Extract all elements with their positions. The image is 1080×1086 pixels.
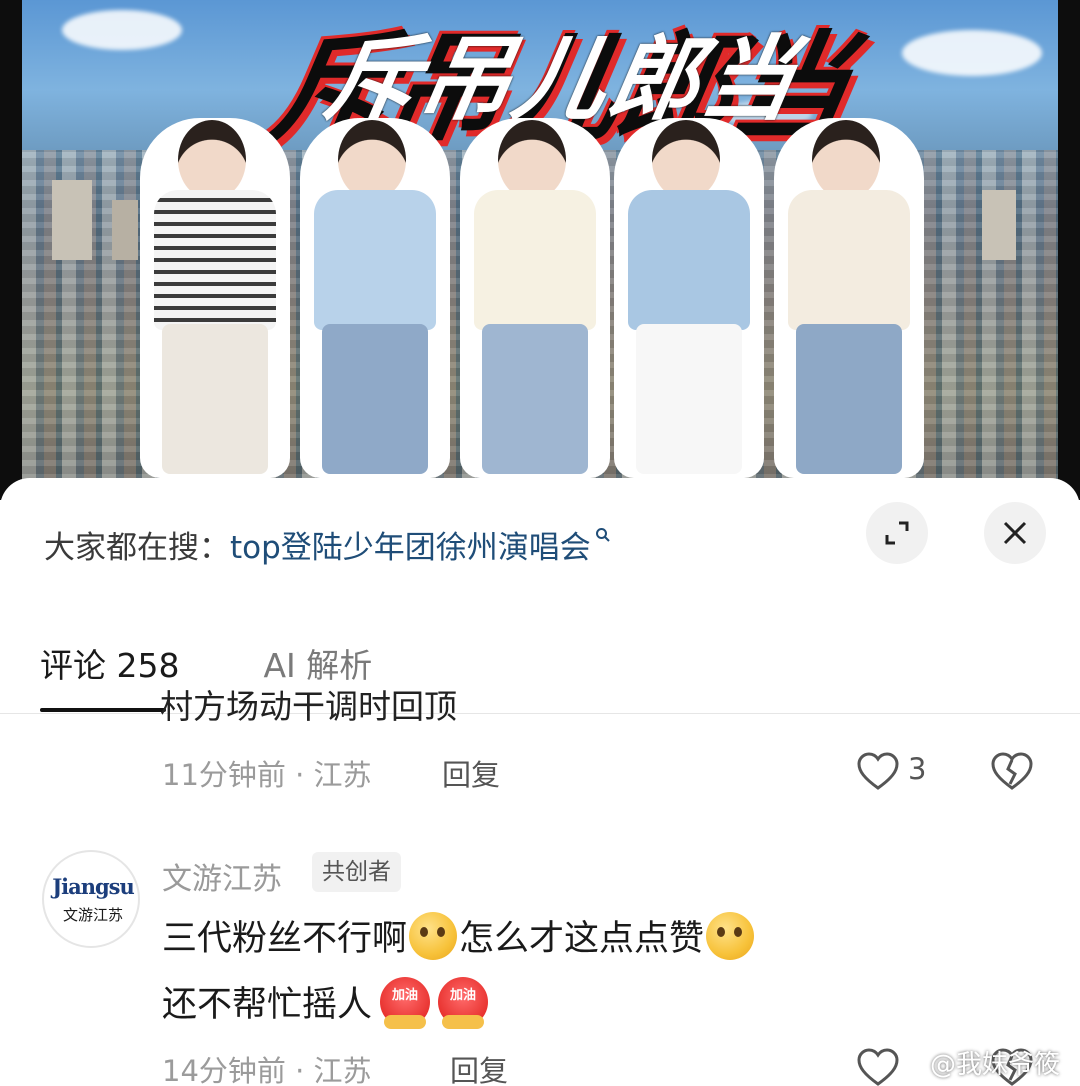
like-heart-icon[interactable] — [856, 752, 900, 792]
search-prefix: 大家都在搜： — [44, 529, 230, 566]
video-poster: 斥吊儿郎当 斥吊儿郎当 — [22, 0, 1058, 500]
member-figure — [774, 118, 924, 478]
tab-comments[interactable]: 评论 258 — [40, 639, 179, 687]
like-count: 3 — [908, 752, 927, 786]
tab-active-indicator — [40, 708, 166, 712]
video-player[interactable]: 斥吊儿郎当 斥吊儿郎当 — [0, 0, 1080, 500]
jiayou-emoji-icon: 加油 — [380, 976, 431, 1029]
avatar-logo-subtext: 文游江苏 — [62, 906, 123, 924]
member-figure — [300, 118, 450, 478]
comment-time: 14分钟前 · 江苏 — [162, 1054, 372, 1086]
thinking-emoji-icon — [706, 911, 755, 960]
tab-ai-analysis[interactable]: AI 解析 — [263, 639, 372, 687]
comment-tabs: 评论 258 AI 解析 — [40, 638, 372, 688]
search-suggestion[interactable]: 大家都在搜： top登陆少年团徐州演唱会 — [44, 522, 611, 566]
comment-time: 11分钟前 · 江苏 — [162, 758, 372, 792]
comment-sheet: 大家都在搜： top登陆少年团徐州演唱会 评论 258 AI 解析 村方场动干调… — [0, 478, 1080, 1086]
close-button[interactable] — [984, 502, 1046, 564]
expand-button[interactable] — [866, 502, 928, 564]
thinking-emoji-icon — [409, 911, 458, 960]
avatar-logo-text: Jiangsu — [52, 874, 135, 899]
close-icon — [1003, 521, 1027, 545]
expand-icon — [885, 521, 909, 545]
like-heart-icon[interactable] — [856, 1048, 900, 1086]
co-creator-badge: 共创者 — [312, 852, 401, 892]
member-figure — [460, 118, 610, 478]
jiayou-emoji-icon: 加油 — [438, 976, 489, 1029]
member-figure — [614, 118, 764, 478]
reply-button[interactable]: 回复 — [442, 752, 500, 794]
watermark: @我妹爷筱 — [930, 1050, 1061, 1080]
member-figure — [140, 118, 290, 478]
search-icon — [595, 524, 611, 548]
comment-text-line: 还不帮忙摇人 加油 加油 — [162, 976, 489, 1029]
comment-author[interactable]: 文游江苏 — [162, 854, 282, 898]
comment-text-line: 三代粉丝不行啊 怎么才这点点赞 — [162, 910, 756, 961]
comment-text-clipped: 村方场动干调时回顶 — [160, 687, 457, 726]
reply-button[interactable]: 回复 — [450, 1048, 508, 1086]
avatar[interactable]: Jiangsu 文游江苏 — [42, 850, 140, 948]
dislike-broken-heart-icon[interactable] — [990, 752, 1034, 792]
search-term-link[interactable]: top登陆少年团徐州演唱会 — [230, 522, 591, 567]
